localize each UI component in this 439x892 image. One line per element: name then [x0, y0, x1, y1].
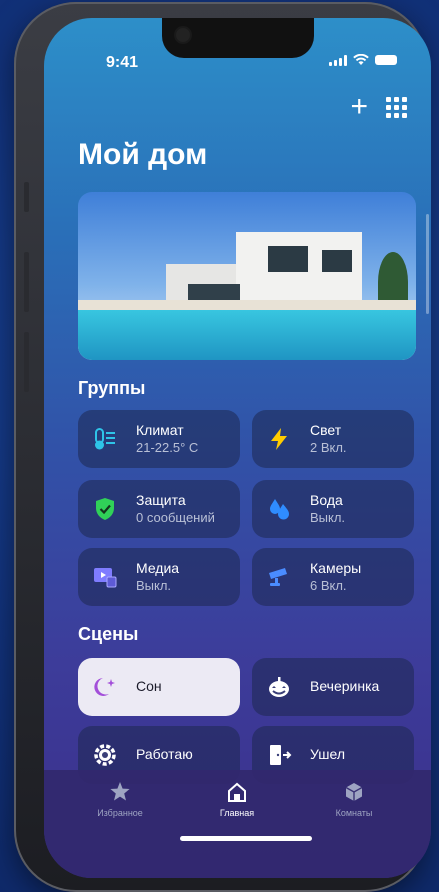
phone-frame: 9:41 + Мой дом Группы Климат 21-22.5° C … [14, 2, 431, 892]
signal-icon [329, 54, 347, 66]
star-icon [60, 780, 180, 804]
media-screen-icon [92, 564, 118, 590]
cube-icon [294, 780, 414, 804]
scene-name: Ушел [310, 746, 345, 762]
page-title: Мой дом [78, 138, 208, 171]
status-time: 9:41 [106, 54, 139, 71]
home-indicator[interactable] [180, 836, 312, 841]
pumpkin-icon [266, 674, 292, 700]
grid-menu-icon[interactable] [386, 96, 407, 118]
group-card-security[interactable]: Защита 0 сообщений [78, 480, 240, 538]
group-status: 2 Вкл. [310, 440, 347, 455]
house-icon [177, 780, 297, 804]
gear-icon [92, 742, 118, 768]
group-card-climate[interactable]: Климат 21-22.5° C [78, 410, 240, 468]
group-name: Климат [136, 422, 184, 438]
group-status: 21-22.5° C [136, 440, 199, 455]
scene-name: Вечеринка [310, 678, 380, 694]
group-card-cameras[interactable]: Камеры 6 Вкл. [252, 548, 414, 606]
tab-label: Комнаты [335, 808, 373, 818]
volume-down-button [24, 332, 29, 392]
door-exit-icon [266, 742, 292, 768]
status-icons [329, 54, 397, 66]
tab-favorites[interactable]: Избранное [60, 780, 180, 818]
group-card-water[interactable]: Вода Выкл. [252, 480, 414, 538]
status-bar: 9:41 [44, 18, 431, 71]
group-status: 0 сообщений [136, 510, 215, 525]
tab-label: Избранное [97, 808, 143, 818]
scene-name: Работаю [136, 746, 193, 762]
group-card-light[interactable]: Свет 2 Вкл. [252, 410, 414, 468]
moon-stars-icon [92, 674, 118, 700]
tab-bar: Избранное Главная Комнаты [44, 770, 431, 878]
thermometer-icon [92, 426, 118, 452]
tab-rooms[interactable]: Комнаты [294, 780, 414, 818]
group-card-media[interactable]: Медиа Выкл. [78, 548, 240, 606]
security-camera-icon [266, 564, 292, 590]
group-name: Медиа [136, 560, 180, 576]
home-photo[interactable] [78, 192, 416, 360]
volume-up-button [24, 252, 29, 312]
scroll-indicator[interactable] [426, 214, 429, 314]
screen: 9:41 + Мой дом Группы Климат 21-22.5° C … [44, 18, 431, 878]
wifi-icon [353, 54, 369, 65]
lightning-icon [266, 426, 292, 452]
shield-check-icon [92, 496, 118, 522]
group-status: 6 Вкл. [310, 578, 347, 593]
scene-name: Сон [136, 678, 162, 694]
mute-switch [24, 182, 29, 212]
group-status: Выкл. [136, 578, 172, 593]
group-name: Защита [136, 492, 186, 508]
group-name: Камеры [310, 560, 362, 576]
scene-party[interactable]: Вечеринка [252, 658, 414, 716]
group-status: Выкл. [310, 510, 346, 525]
scene-sleep[interactable]: Сон [78, 658, 240, 716]
group-name: Свет [310, 422, 342, 438]
tab-home[interactable]: Главная [177, 780, 297, 818]
add-button[interactable]: + [350, 92, 368, 122]
group-name: Вода [310, 492, 343, 508]
water-drops-icon [266, 496, 292, 522]
tab-label: Главная [219, 808, 255, 818]
battery-icon [375, 55, 397, 65]
top-actions: + [350, 92, 407, 122]
groups-heading: Группы [78, 378, 146, 398]
scenes-heading: Сцены [78, 624, 139, 644]
